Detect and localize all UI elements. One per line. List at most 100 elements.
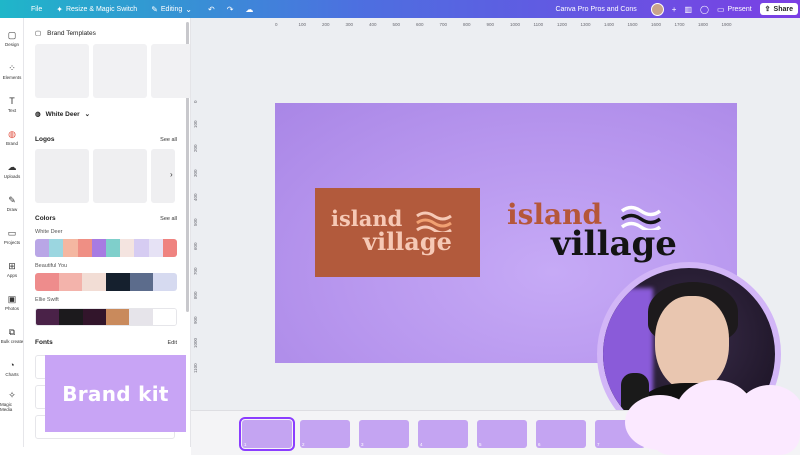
editing-dropdown[interactable]: ✎ Editing ⌄ [151, 5, 192, 14]
bulk-create-icon: ⧉ [8, 326, 16, 337]
ruler-tick: 100 [193, 119, 198, 128]
color-swatch[interactable] [63, 239, 78, 257]
avatar[interactable] [650, 2, 664, 16]
color-swatch[interactable] [91, 239, 107, 257]
rail-label: Charts [5, 371, 19, 377]
page-number: 4 [420, 442, 423, 447]
page-number: 1 [244, 442, 247, 447]
page-thumb[interactable]: 5 [477, 420, 527, 448]
color-swatch[interactable] [129, 309, 153, 325]
color-swatch[interactable] [148, 239, 163, 257]
resize-button[interactable]: ✦ Resize & Magic Switch [56, 5, 137, 14]
rail-draw[interactable]: ✎ Draw [0, 187, 24, 220]
page-thumb[interactable]: 3 [359, 420, 409, 448]
top-toolbar: File ✦ Resize & Magic Switch ✎ Editing ⌄ ↶ … [0, 0, 800, 18]
color-swatch[interactable] [35, 239, 50, 257]
color-swatch[interactable] [82, 309, 106, 325]
pencil-icon: ✎ [151, 4, 158, 14]
color-swatch[interactable] [35, 273, 59, 291]
page-thumb[interactable]: 1 [239, 417, 295, 451]
color-swatch[interactable] [120, 239, 135, 257]
rail-projects[interactable]: ▭ Projects [0, 220, 24, 253]
ruler-tick: 200 [193, 144, 198, 152]
rail-apps[interactable]: ⊞ Apps [0, 253, 24, 286]
color-swatch[interactable] [134, 239, 149, 257]
rail-magic-media[interactable]: ✧ Magic Media [0, 385, 24, 418]
undo-button[interactable]: ↶ [208, 5, 215, 14]
template-thumb[interactable] [151, 44, 190, 98]
document-title[interactable]: Canva Pro Pros and Cons [555, 6, 636, 13]
redo-button[interactable]: ↷ [227, 5, 234, 14]
color-swatch[interactable] [59, 309, 83, 325]
undo-icon: ↶ [208, 4, 215, 14]
resize-label: Resize & Magic Switch [65, 5, 138, 13]
ruler-tick: 1900 [721, 22, 732, 27]
design-icon: ▢ [7, 29, 17, 40]
ruler-tick: 0 [275, 22, 278, 27]
brand-templates-header[interactable]: ▢ Brand Templates [35, 29, 96, 38]
file-menu[interactable]: File [31, 6, 42, 13]
rail-charts[interactable]: ◔ Charts [0, 352, 24, 385]
color-swatch[interactable] [105, 309, 130, 325]
comment-icon[interactable]: ◯ [700, 5, 709, 14]
chevron-right-icon[interactable]: › [170, 170, 173, 179]
color-swatch[interactable] [153, 273, 177, 291]
share-button[interactable]: ⇪ Share [759, 3, 798, 15]
add-collaborator-icon[interactable]: + [672, 5, 677, 14]
rail-bulk-create[interactable]: ⧉ Bulk create [0, 319, 24, 352]
fonts-edit[interactable]: Edit [168, 340, 177, 346]
cloud-save-button[interactable]: ☁ [245, 5, 253, 14]
logo-rust-box[interactable]: island village [315, 188, 480, 277]
rail-uploads[interactable]: ☁ Uploads [0, 154, 24, 187]
rail-label: Uploads [3, 173, 21, 179]
chevron-down-icon: ⌄ [185, 4, 192, 14]
draw-icon: ✎ [8, 194, 16, 205]
ruler-tick: 800 [463, 22, 471, 27]
magic-media-icon: ✧ [8, 390, 16, 400]
colors-see-all[interactable]: See all [160, 216, 177, 222]
ruler-tick: 1500 [627, 22, 638, 27]
ruler-tick: 1800 [698, 22, 709, 27]
present-button[interactable]: ▭ Present [717, 5, 752, 14]
logo2-line2[interactable]: village [551, 227, 677, 261]
ruler-tick: 900 [486, 22, 495, 27]
color-swatch[interactable] [152, 309, 176, 325]
page-thumb[interactable]: 4 [418, 420, 468, 448]
rail-text[interactable]: T Text [0, 88, 24, 121]
template-thumb[interactable] [93, 44, 147, 98]
chart-icon: ◔ [9, 359, 15, 370]
insights-icon[interactable]: ▥ [684, 5, 692, 14]
color-swatch[interactable] [82, 273, 107, 291]
upload-icon: ☁ [7, 161, 17, 172]
color-swatch[interactable] [106, 273, 130, 291]
color-swatch[interactable] [106, 239, 121, 257]
color-swatch[interactable] [162, 239, 177, 257]
ruler-tick: 1200 [557, 22, 568, 27]
logo-thumb[interactable] [35, 149, 89, 203]
ruler-tick: 200 [322, 22, 330, 27]
color-swatch[interactable] [129, 273, 154, 291]
share-icon: ⇪ [764, 6, 771, 13]
logo-thumb[interactable] [93, 149, 147, 203]
color-swatch[interactable] [36, 309, 60, 325]
ruler-tick: 300 [193, 168, 198, 177]
rail-photos[interactable]: ▣ Photos [0, 286, 24, 319]
ruler-tick: 600 [193, 242, 198, 250]
logo1-line2: village [363, 227, 452, 256]
rail-elements[interactable]: ⁘ Elements [0, 55, 24, 88]
palette-name: White Deer [35, 229, 63, 235]
logos-label: Logos [35, 136, 55, 143]
template-thumb[interactable] [35, 44, 89, 98]
apps-icon: ⊞ [8, 260, 16, 271]
brand-selector[interactable]: ◍ White Deer ⌄ [35, 110, 90, 119]
logos-see-all[interactable]: See all [160, 137, 177, 143]
color-swatch[interactable] [49, 239, 64, 257]
palette-ellie-swift [35, 308, 177, 326]
page-thumb[interactable]: 6 [536, 420, 586, 448]
page-thumb[interactable]: 2 [300, 420, 350, 448]
rail-design[interactable]: ▢ Design [0, 22, 24, 55]
rail-brand[interactable]: ◍ Brand [0, 121, 24, 154]
color-swatch[interactable] [77, 239, 92, 257]
color-swatch[interactable] [58, 273, 83, 291]
presenter-face [655, 296, 729, 391]
